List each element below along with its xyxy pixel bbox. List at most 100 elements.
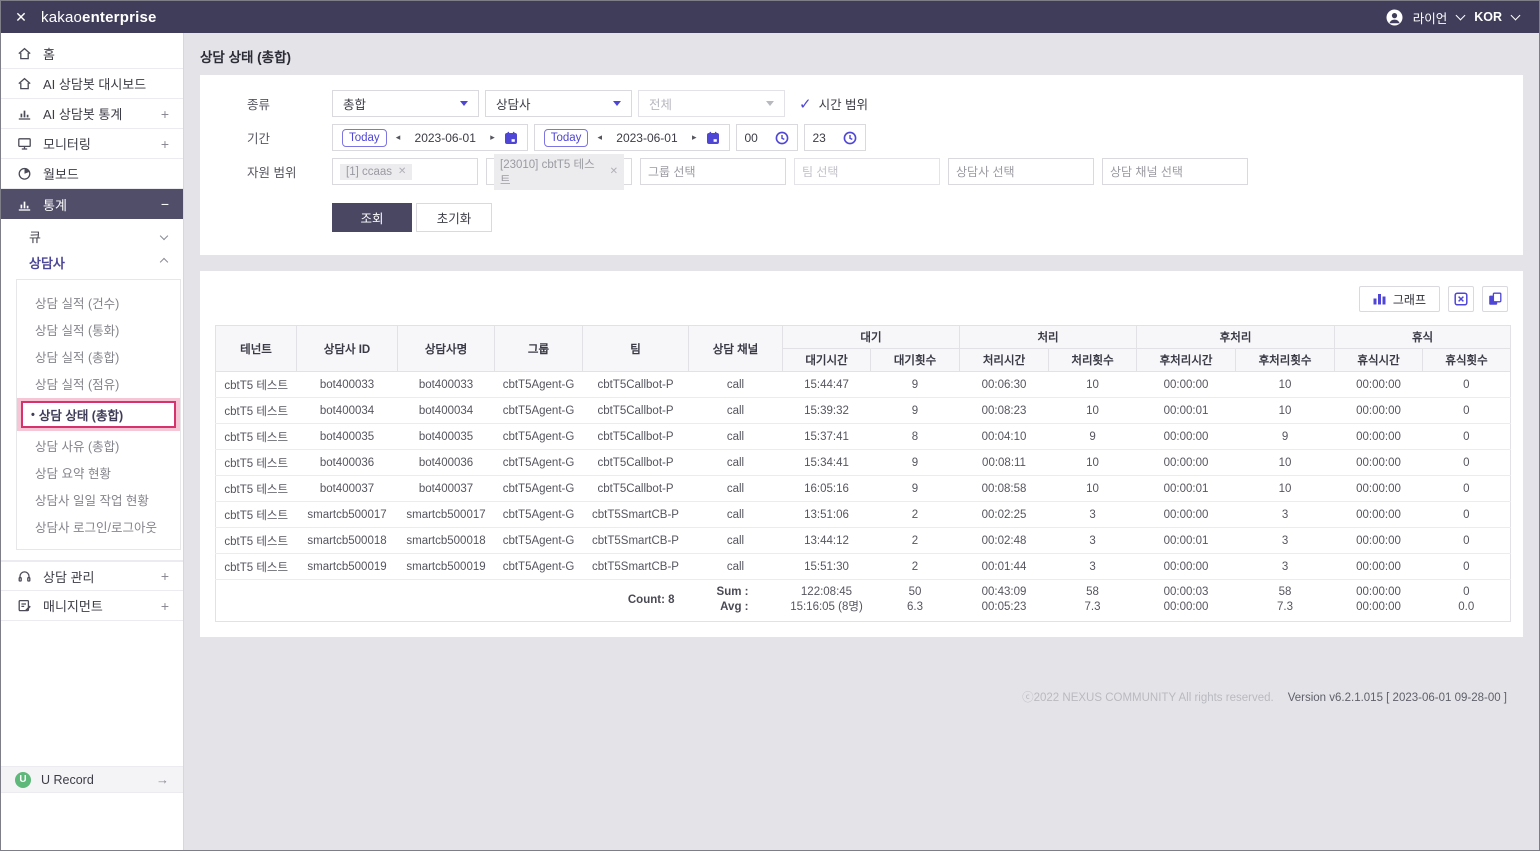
table-cell: 3	[1048, 527, 1137, 554]
end-hour-picker[interactable]: 23	[803, 124, 866, 151]
table-row[interactable]: cbtT5 테스트 smartcb500017 smartcb500017 cbtT5…	[215, 501, 1511, 528]
calendar-icon[interactable]	[706, 131, 720, 145]
group-select-input[interactable]: 그룹 선택	[640, 158, 786, 185]
table-row[interactable]: cbtT5 테스트 smartcb500018 smartcb500018 cbtT5…	[215, 527, 1511, 554]
col-header: 후처리횟수	[1235, 348, 1336, 372]
chevron-down-icon[interactable]	[1510, 10, 1521, 21]
table-cell: 0	[1422, 397, 1511, 424]
sidebar-subitem[interactable]: 상담 실적 (통화)	[17, 316, 180, 343]
reset-button[interactable]: 초기화	[416, 203, 492, 232]
u-record-link[interactable]: U U Record →	[1, 766, 183, 793]
graph-button[interactable]: 그래프	[1358, 286, 1440, 312]
table-cell: smartcb500019	[296, 553, 398, 580]
table-cell: 00:00:01	[1136, 475, 1236, 502]
sidebar-subitem-active[interactable]: • 상담 상태 (총합)	[17, 398, 180, 431]
submenu-item-queue[interactable]: 큐	[1, 223, 183, 249]
channel-select-input[interactable]: 상담 채널 선택	[1102, 158, 1248, 185]
chevron-up-icon	[159, 257, 169, 267]
table-cell: 0	[1422, 553, 1511, 580]
prev-day-icon[interactable]: ◂	[396, 132, 401, 143]
expand-plus-icon[interactable]: +	[161, 136, 169, 152]
expand-plus-icon[interactable]: +	[161, 106, 169, 122]
time-range-checkbox[interactable]: ✓ 시간 범위	[799, 94, 868, 113]
sidebar-subitem[interactable]: 상담 실적 (점유)	[17, 370, 180, 397]
table-cell: 10	[1048, 397, 1137, 424]
expand-plus-icon[interactable]: +	[161, 598, 169, 614]
sidebar-item-ai-bot-stats[interactable]: AI 상담봇 통계 +	[1, 99, 183, 129]
sidebar: 홈 AI 상담봇 대시보드 AI 상담봇 통계 + 모니터링 + 월보드 통계 …	[1, 33, 184, 850]
start-date-value[interactable]: 2023-06-01	[409, 131, 481, 145]
table-cell: 00:00:00	[1136, 553, 1236, 580]
sidebar-item-home[interactable]: 홈	[1, 39, 183, 69]
table-cell: 10	[1048, 371, 1137, 398]
arrow-right-icon: →	[156, 772, 169, 787]
col-header: 휴식횟수	[1422, 348, 1512, 372]
kakao-enterprise-logo[interactable]: kakaoenterprise	[41, 9, 157, 26]
table-cell: 00:02:25	[959, 501, 1049, 528]
table-cell: cbtT5 테스트	[215, 449, 297, 476]
col-header: 대기횟수	[869, 348, 961, 372]
table-cell: 9	[1048, 423, 1137, 450]
remove-tag-icon[interactable]: ✕	[610, 166, 618, 177]
table-cell: 0	[1422, 371, 1511, 398]
table-cell: smartcb500017	[296, 501, 398, 528]
table-cell: 9	[870, 397, 960, 424]
end-date-value[interactable]: 2023-06-01	[611, 131, 683, 145]
table-cell: 10	[1048, 449, 1137, 476]
sidebar-subitem[interactable]: 상담 실적 (건수)	[17, 289, 180, 316]
close-icon[interactable]: ✕	[1, 9, 41, 26]
copy-button[interactable]	[1482, 286, 1508, 312]
table-cell: 00:00:00	[1334, 371, 1423, 398]
today-button[interactable]: Today	[342, 128, 387, 147]
next-day-icon[interactable]: ▸	[490, 132, 495, 143]
table-row[interactable]: cbtT5 테스트 bot400036 bot400036 cbtT5Agent-G c…	[215, 449, 1511, 476]
remove-tag-icon[interactable]: ✕	[398, 166, 406, 177]
table-row[interactable]: cbtT5 테스트 bot400034 bot400034 cbtT5Agent-G c…	[215, 397, 1511, 424]
sidebar-subitem[interactable]: 상담사 일일 작업 현황	[17, 486, 180, 513]
collapse-minus-icon[interactable]: −	[161, 196, 169, 212]
type-dropdown[interactable]: 총합	[332, 90, 479, 117]
table-row[interactable]: cbtT5 테스트 bot400033 bot400033 cbtT5Agent-G c…	[215, 371, 1511, 398]
start-hour-picker[interactable]: 00	[735, 124, 798, 151]
tenant-input-1[interactable]: [1] ccaas ✕	[332, 158, 478, 185]
sidebar-subitem[interactable]: 상담 실적 (총합)	[17, 343, 180, 370]
sidebar-subitem[interactable]: 상담 요약 현황	[17, 459, 180, 486]
next-day-icon[interactable]: ▸	[692, 132, 697, 143]
table-cell: 00:00:00	[1334, 475, 1423, 502]
search-button[interactable]: 조회	[332, 203, 412, 232]
table-cell: 00:01:44	[959, 553, 1049, 580]
excel-icon	[1454, 292, 1468, 306]
sidebar-subitem[interactable]: 상담사 로그인/로그아웃	[17, 513, 180, 540]
agent-select-input[interactable]: 상담사 선택	[948, 158, 1094, 185]
table-cell: cbtT5Callbot-P	[582, 371, 689, 398]
status-table: 테넌트 상담사 ID 상담사명 그룹 팀 상담 채널 대기 처리 후처리 휴식	[215, 325, 1512, 622]
table-cell: 15:37:41	[782, 423, 871, 450]
table-row[interactable]: cbtT5 테스트 smartcb500019 smartcb500019 cbtT5…	[215, 553, 1511, 580]
user-avatar-icon	[1386, 9, 1403, 25]
table-cell: 8	[870, 423, 960, 450]
target-dropdown[interactable]: 상담사	[485, 90, 632, 117]
table-cell: 2	[870, 527, 960, 554]
language-selector[interactable]: KOR	[1474, 10, 1502, 24]
table-row[interactable]: cbtT5 테스트 bot400037 bot400037 cbtT5Agent-G c…	[215, 475, 1511, 502]
sidebar-item-wallboard[interactable]: 월보드	[1, 159, 183, 189]
tenant-input-2[interactable]: [23010] cbtT5 테스트 ✕	[486, 153, 632, 190]
sidebar-item-stats[interactable]: 통계 −	[1, 189, 183, 219]
sidebar-item-management[interactable]: 매니지먼트 +	[1, 591, 183, 621]
submenu-item-agent[interactable]: 상담사	[1, 249, 183, 275]
caret-down-icon	[460, 101, 468, 106]
chevron-down-icon[interactable]	[1455, 10, 1466, 21]
user-name[interactable]: 라이언	[1413, 8, 1448, 27]
calendar-icon[interactable]	[504, 131, 518, 145]
table-summary: Count: 8 Sum : Avg : 122:08:45 15:16:05 (…	[215, 579, 1511, 622]
prev-day-icon[interactable]: ◂	[597, 132, 602, 143]
sidebar-item-consult-mgmt[interactable]: 상담 관리 +	[1, 561, 183, 591]
sidebar-item-monitoring[interactable]: 모니터링 +	[1, 129, 183, 159]
table-row[interactable]: cbtT5 테스트 bot400035 bot400035 cbtT5Agent-G c…	[215, 423, 1511, 450]
expand-plus-icon[interactable]: +	[161, 568, 169, 584]
excel-export-button[interactable]	[1448, 286, 1474, 312]
table-cell: 0	[1422, 423, 1511, 450]
today-button[interactable]: Today	[543, 128, 589, 147]
sidebar-item-ai-bot-dashboard[interactable]: AI 상담봇 대시보드	[1, 69, 183, 99]
sidebar-subitem[interactable]: 상담 사유 (총합)	[17, 432, 180, 459]
